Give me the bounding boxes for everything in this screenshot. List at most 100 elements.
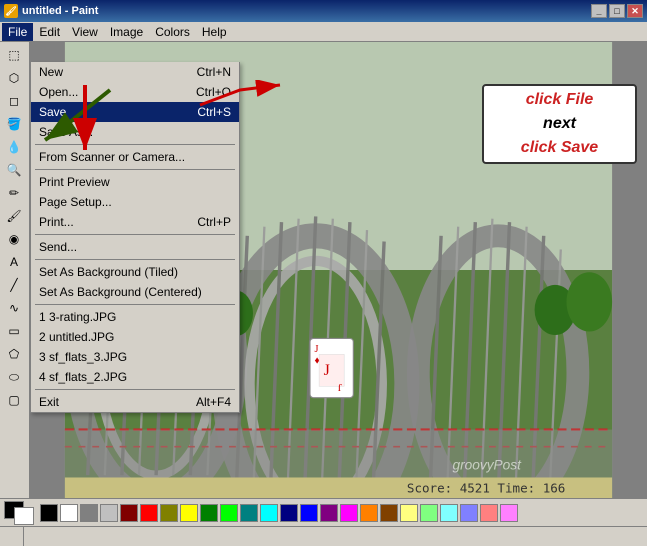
menu-edit[interactable]: Edit (33, 23, 66, 41)
annotation-line1: click File (526, 91, 594, 108)
menu-recent-3[interactable]: 3 sf_flats_3.JPG (31, 347, 239, 367)
menu-save-as-label: Save As... (39, 125, 93, 139)
color-olive[interactable] (160, 504, 178, 522)
freeselect-tool[interactable]: ⬡ (2, 67, 26, 89)
menu-send[interactable]: Send... (31, 237, 239, 257)
menu-bar: File Edit View Image Colors Help (0, 22, 647, 42)
color-orange[interactable] (360, 504, 378, 522)
app-icon: 🖌 (4, 4, 18, 18)
menu-bg-tiled-label: Set As Background (Tiled) (39, 265, 178, 279)
menu-save[interactable]: Save Ctrl+S (31, 102, 239, 122)
separator-6 (35, 389, 235, 390)
svg-text:Score: 4521 Time: 166: Score: 4521 Time: 166 (407, 480, 565, 495)
menu-image[interactable]: Image (104, 23, 149, 41)
window-title: untitled - Paint (22, 5, 591, 17)
color-lightyellow[interactable] (400, 504, 418, 522)
status-text (4, 527, 24, 546)
menu-page-setup[interactable]: Page Setup... (31, 192, 239, 212)
pencil-tool[interactable]: ✏ (2, 182, 26, 204)
menu-save-label: Save (39, 105, 66, 119)
ellipse-tool[interactable]: ⬭ (2, 366, 26, 388)
background-color[interactable] (14, 507, 34, 525)
separator-3 (35, 234, 235, 235)
menu-bg-tiled[interactable]: Set As Background (Tiled) (31, 262, 239, 282)
rect-tool[interactable]: ▭ (2, 320, 26, 342)
menu-new-shortcut: Ctrl+N (197, 65, 231, 79)
menu-view[interactable]: View (66, 23, 104, 41)
brush-tool[interactable]: 🖌 (2, 205, 26, 227)
color-gray[interactable] (80, 504, 98, 522)
menu-open[interactable]: Open... Ctrl+O (31, 82, 239, 102)
menu-bg-centered[interactable]: Set As Background (Centered) (31, 282, 239, 302)
menu-file[interactable]: File (2, 23, 33, 41)
svg-text:J: J (324, 362, 330, 379)
menu-recent-2[interactable]: 2 untitled.JPG (31, 327, 239, 347)
menu-recent-1[interactable]: 1 3-rating.JPG (31, 307, 239, 327)
annotation-box: click File next click Save (482, 84, 637, 164)
menu-scanner[interactable]: From Scanner or Camera... (31, 147, 239, 167)
color-black[interactable] (40, 504, 58, 522)
line-tool[interactable]: ╱ (2, 274, 26, 296)
title-bar: 🖌 untitled - Paint _ □ ✕ (0, 0, 647, 22)
color-red[interactable] (140, 504, 158, 522)
color-purple[interactable] (320, 504, 338, 522)
menu-colors[interactable]: Colors (149, 23, 196, 41)
color-white[interactable] (60, 504, 78, 522)
color-lightblue[interactable] (460, 504, 478, 522)
active-colors (4, 501, 34, 525)
menu-print-preview[interactable]: Print Preview (31, 172, 239, 192)
menu-print-shortcut: Ctrl+P (197, 215, 231, 229)
menu-new[interactable]: New Ctrl+N (31, 62, 239, 82)
maximize-button[interactable]: □ (609, 4, 625, 18)
close-button[interactable]: ✕ (627, 4, 643, 18)
menu-save-as[interactable]: Save As... (31, 122, 239, 142)
color-yellow[interactable] (180, 504, 198, 522)
fill-tool[interactable]: 🪣 (2, 113, 26, 135)
color-maroon[interactable] (120, 504, 138, 522)
color-pink[interactable] (500, 504, 518, 522)
color-navy[interactable] (280, 504, 298, 522)
picker-tool[interactable]: 💧 (2, 136, 26, 158)
zoom-tool[interactable]: 🔍 (2, 159, 26, 181)
color-lightpink[interactable] (480, 504, 498, 522)
text-tool[interactable]: A (2, 251, 26, 273)
canvas-area[interactable]: J ♦ J J Score: 4521 Time: 166 groovyPost… (30, 42, 647, 498)
menu-recent-4-label: 4 sf_flats_2.JPG (39, 370, 127, 384)
color-lightcyan[interactable] (440, 504, 458, 522)
menu-exit-label: Exit (39, 395, 59, 409)
curve-tool[interactable]: ∿ (2, 297, 26, 319)
color-teal[interactable] (240, 504, 258, 522)
menu-scanner-label: From Scanner or Camera... (39, 150, 185, 164)
roundrect-tool[interactable]: ▢ (2, 389, 26, 411)
minimize-button[interactable]: _ (591, 4, 607, 18)
color-silver[interactable] (100, 504, 118, 522)
eraser-tool[interactable]: ◻ (2, 90, 26, 112)
color-cyan[interactable] (260, 504, 278, 522)
color-lightgreen[interactable] (420, 504, 438, 522)
menu-recent-4[interactable]: 4 sf_flats_2.JPG (31, 367, 239, 387)
separator-5 (35, 304, 235, 305)
color-brown[interactable] (380, 504, 398, 522)
color-lime[interactable] (220, 504, 238, 522)
menu-print[interactable]: Print... Ctrl+P (31, 212, 239, 232)
color-green[interactable] (200, 504, 218, 522)
menu-help[interactable]: Help (196, 23, 233, 41)
polygon-tool[interactable]: ⬠ (2, 343, 26, 365)
svg-text:groovyPost: groovyPost (453, 458, 523, 473)
separator-4 (35, 259, 235, 260)
menu-exit[interactable]: Exit Alt+F4 (31, 392, 239, 412)
airbrush-tool[interactable]: ◉ (2, 228, 26, 250)
menu-save-shortcut: Ctrl+S (197, 105, 231, 119)
menu-page-setup-label: Page Setup... (39, 195, 112, 209)
svg-text:J: J (315, 344, 319, 355)
color-fuchsia[interactable] (340, 504, 358, 522)
separator-2 (35, 169, 235, 170)
menu-open-shortcut: Ctrl+O (196, 85, 231, 99)
select-tool[interactable]: ⬚ (2, 44, 26, 66)
color-blue[interactable] (300, 504, 318, 522)
separator-1 (35, 144, 235, 145)
svg-text:J: J (338, 381, 342, 392)
menu-new-label: New (39, 65, 63, 79)
menu-recent-1-label: 1 3-rating.JPG (39, 310, 116, 324)
annotation-line2: next (543, 115, 576, 132)
